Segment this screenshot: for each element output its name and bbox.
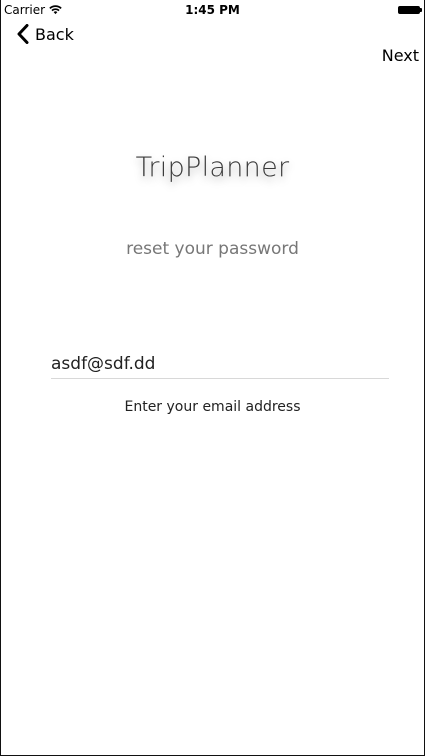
- email-helper-text: Enter your email address: [124, 399, 301, 415]
- battery-icon: [398, 6, 422, 14]
- status-time: 1:45 PM: [185, 3, 240, 17]
- app-title: TripPlanner: [135, 152, 290, 183]
- status-bar: Carrier 1:45 PM: [1, 0, 424, 20]
- page-subtitle: reset your password: [126, 239, 299, 259]
- back-button[interactable]: Back: [17, 24, 74, 44]
- next-button[interactable]: Next: [382, 46, 419, 65]
- chevron-left-icon: [17, 24, 29, 44]
- back-label: Back: [35, 24, 74, 44]
- screen: Carrier 1:45 PM Back Next TripPlanner re…: [0, 0, 425, 756]
- email-field[interactable]: [51, 350, 389, 379]
